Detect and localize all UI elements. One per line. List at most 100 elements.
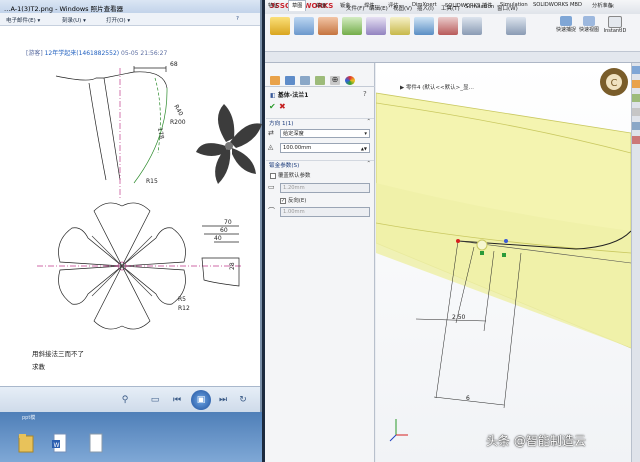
tab-addins[interactable]: SOLIDWORKS 插件 (445, 2, 492, 9)
word-doc-icon[interactable]: W (52, 432, 68, 454)
hem-icon[interactable] (342, 17, 362, 35)
confirm-icon[interactable]: ✔ (269, 102, 276, 111)
sheet-metal-icon[interactable] (294, 17, 314, 35)
dim-r12: R12 (178, 305, 190, 312)
photo-viewer-title: …A-1(3)T2.png - Windows 照片查看器 (0, 0, 260, 13)
bend-radius-input[interactable]: 1.00mm (280, 207, 370, 217)
tab-analysis-prep[interactable]: 分析准备 (592, 2, 613, 9)
instantid-button[interactable]: InstantID (602, 16, 628, 34)
folder-icon[interactable] (18, 432, 34, 454)
dim-68: 68 (170, 61, 178, 68)
chevron-up-icon: ⌃ (366, 119, 371, 125)
depth-icon: ◬ (268, 143, 274, 151)
slideshow-button[interactable]: ▣ (191, 390, 211, 410)
tab-simulation[interactable]: Simulation (500, 2, 528, 8)
unfold-icon[interactable] (366, 17, 386, 35)
override-default-checkbox[interactable]: 覆盖默认参数 (270, 171, 310, 179)
tab-dimxpert[interactable]: DimXpert (412, 2, 437, 8)
petal-profile-top (55, 71, 168, 89)
thickness-icon: ▭ (268, 183, 275, 191)
dimension-6[interactable]: 6 (466, 395, 470, 402)
post-time: 05-05 21:56:27 (121, 50, 168, 57)
help-icon[interactable]: ? (236, 16, 239, 22)
tab-surfaces[interactable]: 曲面 (316, 2, 326, 9)
task-pane-explorer-icon[interactable] (632, 94, 640, 102)
appearance-icon[interactable] (345, 76, 355, 85)
comment-text: 求教 (32, 363, 45, 371)
fold-icon[interactable] (390, 17, 410, 35)
desktop-background (0, 412, 262, 462)
watermark: 头条 @智能制造云 (486, 434, 586, 448)
task-pane-appearance-icon[interactable] (632, 122, 640, 130)
dim-r15: R15 (146, 178, 158, 185)
tab-features[interactable]: 特征 (268, 2, 278, 9)
task-pane-properties-icon[interactable] (632, 136, 640, 144)
spinner-icon: ▲▼ (360, 146, 367, 151)
crosshair-icon[interactable]: ⊕ (330, 76, 340, 85)
cancel-icon[interactable]: ✖ (279, 102, 286, 111)
depth-input[interactable]: 100.00mm ▲▼ (280, 143, 370, 153)
dimxpert-icon[interactable] (315, 76, 325, 85)
flange-icon[interactable] (318, 17, 338, 35)
tab-sheet-metal[interactable]: 钣金 (340, 2, 350, 9)
dim-70: 70 (224, 219, 232, 226)
tab-mbd[interactable]: SOLIDWORKS MBD (533, 2, 582, 8)
command-manager-tabs (265, 52, 640, 63)
menu-burn[interactable]: 刻录(U) ▾ (62, 16, 86, 24)
model-view[interactable] (376, 63, 631, 462)
quick-snap-button[interactable]: 快速捕捉 (555, 16, 577, 33)
dim-r40: R40 (172, 104, 184, 118)
configuration-icon[interactable] (300, 76, 310, 85)
task-pane-resources-icon[interactable] (632, 66, 640, 74)
comment-text: 用斜接法三而不了 (32, 350, 84, 358)
svg-text:C: C (611, 78, 618, 89)
chevron-down-icon: ▾ (364, 131, 367, 137)
rotate-tool-icon[interactable] (506, 17, 526, 35)
dim-r5: R5 (178, 296, 186, 303)
zoom-icon[interactable]: ⚲ (118, 393, 132, 407)
desktop-folder-label: ppt模 (22, 415, 36, 421)
post-user[interactable]: 12年学起来(1461882552) (45, 50, 120, 57)
photo-viewer-toolbar: ⚲ ▭ ⏮ ▣ ⏭ ↻ (0, 386, 260, 412)
dim-28: 28 (229, 262, 236, 270)
reverse-checkbox[interactable]: ✓ 反向(E) (280, 196, 306, 204)
rotate-icon[interactable]: ↻ (236, 393, 250, 407)
feature-name: ◧ 基体-法兰1 (270, 92, 309, 99)
chevron-up-icon: ⌃ (366, 161, 371, 167)
dim-178: 178 (156, 127, 165, 140)
document-icon[interactable] (88, 432, 104, 454)
task-pane-library-icon[interactable] (632, 80, 640, 88)
actual-size-icon[interactable]: ▭ (148, 393, 162, 407)
base-flange-icon: ◧ (270, 92, 278, 99)
tab-evaluate[interactable]: 评估 (388, 2, 398, 9)
forming-tool-icon[interactable] (462, 17, 482, 35)
photo-viewer-menu: 电子邮件(E) ▾ 刻录(U) ▾ 打开(O) ▾ ? (0, 13, 260, 26)
corner-icon[interactable] (414, 17, 434, 35)
tab-weldments[interactable]: 焊件 (364, 2, 374, 9)
extrude-icon[interactable] (270, 17, 290, 35)
post-meta: [游客] 12年学起来(1461882552) 05-05 21:56:27 (26, 48, 167, 57)
cut-icon[interactable] (438, 17, 458, 35)
post-tag: [游客] (26, 50, 43, 57)
sheet-metal-params-section[interactable]: 钣金参数(S) ⌃ (266, 160, 374, 170)
direction-section[interactable]: 方向 1(1) ⌃ (266, 118, 374, 128)
dimension-2-50[interactable]: 2.50 (452, 314, 465, 321)
menu-email[interactable]: 电子邮件(E) ▾ (6, 16, 40, 24)
dim-40: 40 (214, 235, 222, 242)
brand-badge-icon: C (600, 68, 628, 96)
dim-r200: R200 (170, 119, 186, 126)
property-manager-icon[interactable] (285, 76, 295, 85)
quick-view-button[interactable]: 快速视图 (578, 16, 600, 33)
previous-icon[interactable]: ⏮ (170, 393, 184, 407)
thickness-input[interactable]: 1.20mm (280, 183, 370, 193)
menu-open[interactable]: 打开(O) ▾ (106, 16, 130, 24)
tab-sketch[interactable]: 草图 (288, 0, 307, 11)
end-condition-select[interactable]: 给定深度 ▾ (280, 129, 370, 138)
task-pane-view-icon[interactable] (632, 108, 640, 116)
reverse-direction-icon[interactable]: ⇄ (268, 128, 278, 138)
next-icon[interactable]: ⏭ (216, 393, 230, 407)
feature-tree-icon[interactable] (270, 76, 280, 85)
part-breadcrumb[interactable]: ▶ 零件4 (默认<<默认>_显… (400, 83, 474, 91)
svg-text:W: W (54, 442, 60, 449)
help-icon[interactable]: ? (363, 90, 367, 98)
